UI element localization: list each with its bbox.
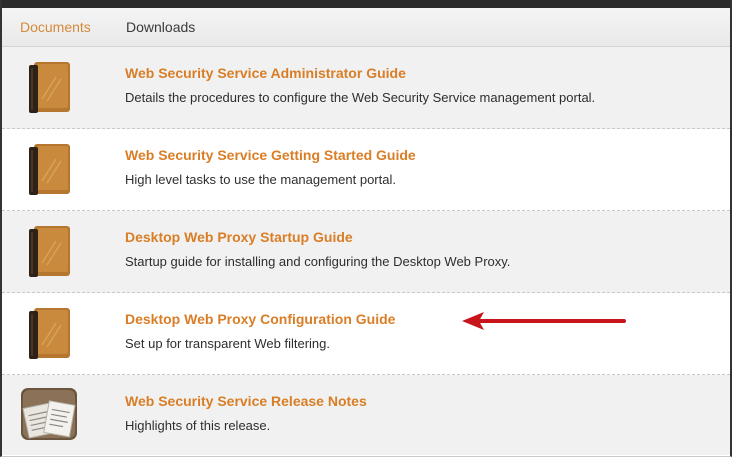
tab-downloads[interactable]: Downloads [126,8,195,46]
document-description: Highlights of this release. [125,418,271,433]
document-link[interactable]: Desktop Web Proxy Startup Guide [125,229,353,245]
document-description: Set up for transparent Web filtering. [125,336,330,351]
list-item: Web Security Service Release Notes Highl… [2,375,730,455]
document-list-panel: Documents Downloads Web Security Service… [0,0,732,457]
document-link[interactable]: Web Security Service Release Notes [125,393,367,409]
tab-bar: Documents Downloads [2,8,730,47]
document-description: Details the procedures to configure the … [125,90,596,105]
list-item: Desktop Web Proxy Startup Guide Startup … [2,211,730,293]
tab-documents[interactable]: Documents [20,8,91,46]
document-link[interactable]: Web Security Service Getting Started Gui… [125,147,416,163]
release-notes-icon[interactable] [20,387,80,443]
document-description: Startup guide for installing and configu… [125,254,511,269]
book-icon[interactable] [26,141,72,197]
red-arrow-icon [462,312,626,330]
document-link[interactable]: Web Security Service Administrator Guide [125,65,406,81]
document-description: High level tasks to use the management p… [125,172,396,187]
top-border [2,0,730,8]
book-icon[interactable] [26,59,72,115]
list-item: Desktop Web Proxy Configuration Guide Se… [2,293,730,375]
list-item: Web Security Service Administrator Guide… [2,47,730,129]
document-list: Web Security Service Administrator Guide… [2,47,730,455]
list-item: Web Security Service Getting Started Gui… [2,129,730,211]
book-icon[interactable] [26,305,72,361]
document-link[interactable]: Desktop Web Proxy Configuration Guide [125,311,395,327]
book-icon[interactable] [26,223,72,279]
